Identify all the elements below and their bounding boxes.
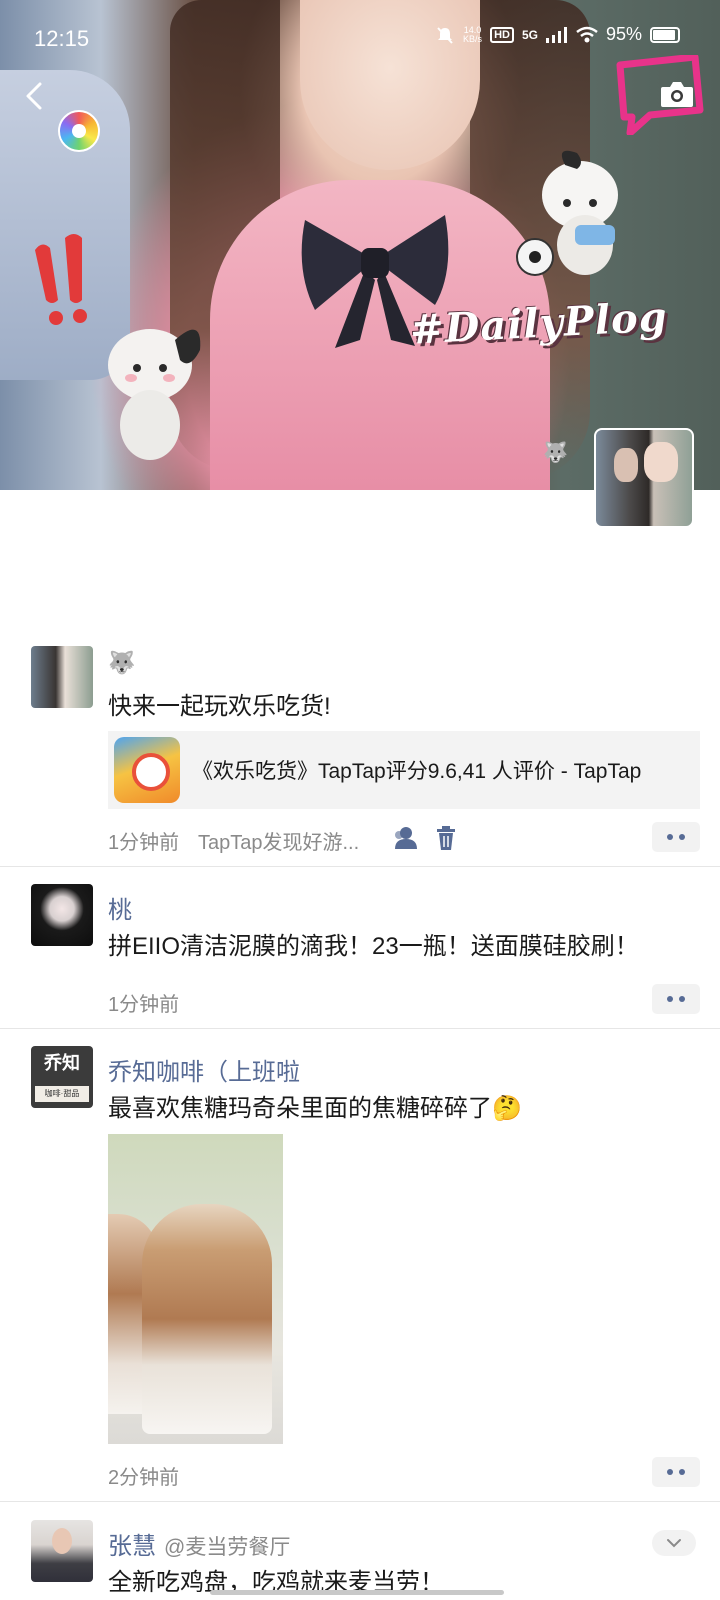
- wolf-emoji-icon: 🐺: [543, 440, 568, 464]
- more-dot: [667, 834, 673, 840]
- post-name[interactable]: 乔知咖啡（上班啦: [108, 1052, 300, 1087]
- post-avatar[interactable]: [31, 884, 93, 946]
- status-time: 12:15: [34, 26, 90, 51]
- coffee-cup-front: [142, 1204, 272, 1434]
- back-arrow-icon[interactable]: [20, 78, 48, 114]
- camera-shutter-icon[interactable]: [58, 110, 100, 152]
- status-bar: 12:15 14.0 KB/s HD 5G 95%: [0, 0, 720, 70]
- link-card[interactable]: 《欢乐吃货》TapTap评分9.6,41 人评价 - TapTap: [108, 731, 700, 809]
- more-dot: [667, 996, 673, 1002]
- pochacco-football-sticker: [516, 150, 618, 276]
- divider: [0, 1028, 720, 1029]
- more-dot: [679, 1469, 685, 1475]
- divider: [0, 1501, 720, 1502]
- battery-percent: 95%: [605, 24, 642, 44]
- post-text: 快来一起玩欢乐吃货!: [108, 693, 331, 720]
- post-avatar[interactable]: [31, 1520, 93, 1582]
- post-name-row: 张慧 @麦当劳餐厅: [108, 1526, 290, 1561]
- more-button[interactable]: [652, 1457, 700, 1487]
- avatar-logo-text: 乔知: [44, 1053, 80, 1073]
- more-button[interactable]: [652, 822, 700, 852]
- more-dot: [667, 1469, 673, 1475]
- network-type: 5G: [521, 27, 538, 42]
- avatar-logo-subtext: 咖啡·甜品: [35, 1086, 89, 1102]
- post-text: 拼EIIO清洁泥膜的滴我！23一瓶！送面膜硅胶刷！: [108, 933, 639, 960]
- signal-icon: [545, 26, 567, 43]
- chevron-down-icon: [667, 1539, 681, 1548]
- home-indicator[interactable]: [210, 1590, 504, 1595]
- net-speed-unit: KB/s: [463, 33, 483, 44]
- post-avatar[interactable]: 乔知 咖啡·甜品: [31, 1046, 93, 1108]
- post-time: 1分钟前: [108, 832, 180, 854]
- delete-trash-icon[interactable]: [433, 825, 459, 851]
- visibility-people-icon[interactable]: [392, 825, 418, 851]
- post-text: 最喜欢焦糖玛奇朵里面的焦糖碎碎了🤔: [108, 1095, 522, 1122]
- divider: [0, 866, 720, 867]
- post-time: 1分钟前: [108, 994, 180, 1016]
- post-sub-name[interactable]: @麦当劳餐厅: [164, 1531, 290, 1561]
- cover-image[interactable]: #DailyPlog: [0, 0, 720, 490]
- post-photo[interactable]: [108, 1134, 283, 1444]
- more-button[interactable]: [652, 984, 700, 1014]
- post-name[interactable]: 张慧: [108, 1526, 156, 1561]
- post-avatar[interactable]: [31, 646, 93, 708]
- post-time: 2分钟前: [108, 1467, 180, 1489]
- mute-bell-icon: [437, 26, 453, 44]
- link-title: 《欢乐吃货》TapTap评分9.6,41 人评价 - TapTap: [192, 760, 642, 783]
- collapse-button[interactable]: [652, 1530, 696, 1556]
- post-name-wolf-icon[interactable]: 🐺: [108, 650, 135, 676]
- status-icons: 14.0 KB/s HD 5G 95%: [435, 24, 680, 45]
- post-name[interactable]: 桃: [108, 890, 132, 925]
- camera-icon[interactable]: [660, 80, 694, 108]
- post-source[interactable]: TapTap发现好游...: [198, 826, 359, 855]
- more-dot: [679, 834, 685, 840]
- avatar-face: [52, 1528, 72, 1554]
- game-thumbnail: [114, 737, 180, 803]
- battery-icon: [650, 26, 680, 43]
- more-dot: [679, 996, 685, 1002]
- hd-badge: HD: [490, 26, 514, 43]
- profile-avatar[interactable]: [594, 428, 694, 528]
- exclamation-sticker: [35, 234, 87, 325]
- net-speed: 14.0 KB/s: [463, 25, 483, 44]
- wifi-icon: [576, 26, 598, 42]
- pochacco-sticker-left: [108, 329, 201, 460]
